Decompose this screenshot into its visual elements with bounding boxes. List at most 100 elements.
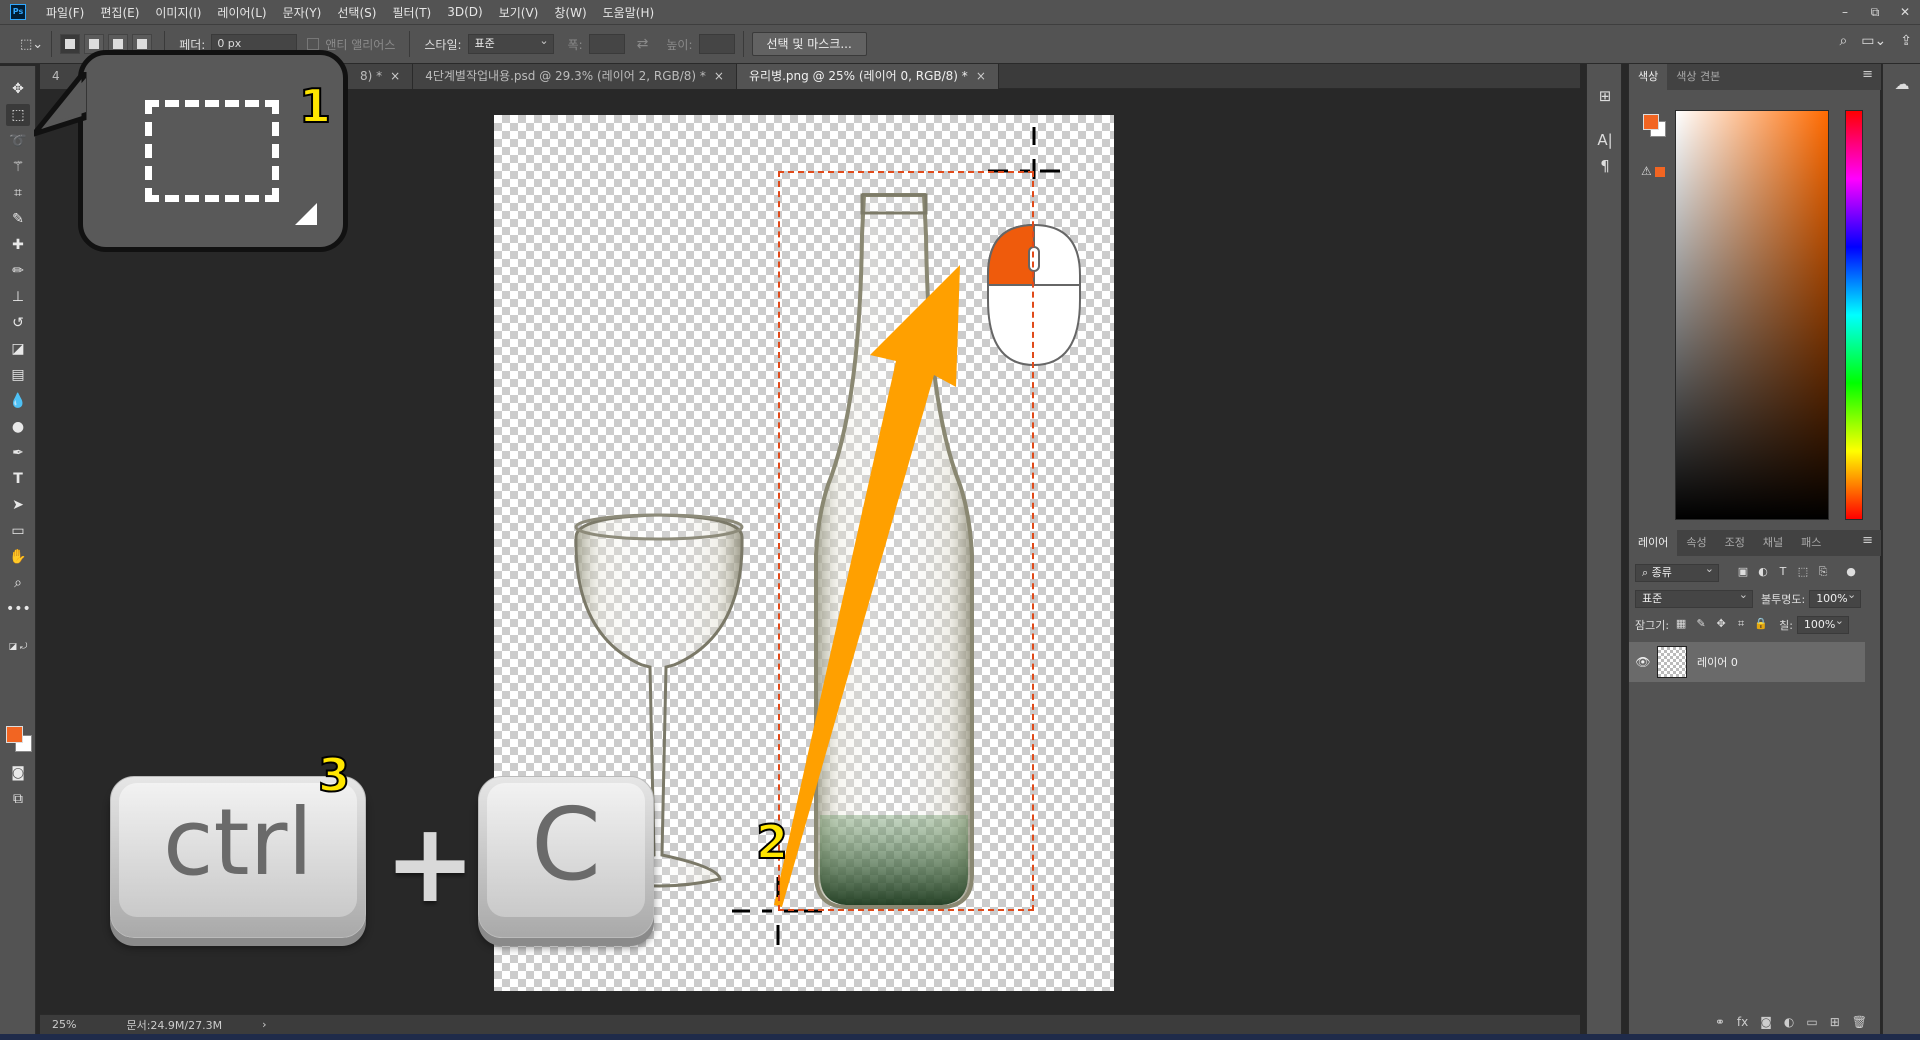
restore-button[interactable]: ⧉ [1860,0,1890,24]
style-select[interactable]: 표준 [467,32,554,54]
gamut-warning-icon[interactable]: ⚠ [1641,164,1652,178]
new-group-icon[interactable]: ▭ [1806,1015,1817,1029]
more-tools-icon[interactable]: ••• [6,598,31,620]
gradient-tool-icon[interactable]: ▤ [6,364,30,386]
anti-alias-checkbox[interactable] [307,38,320,50]
lock-artboard-icon[interactable]: ⌗ [1733,617,1749,633]
tab-close-icon[interactable]: × [976,69,986,83]
foreground-color-swatch[interactable] [6,726,23,743]
hand-tool-icon[interactable]: ✋ [6,546,30,568]
menu-type[interactable]: 문자(Y) [275,4,330,21]
layer-style-icon[interactable]: fx [1737,1015,1748,1029]
character-panel-icon[interactable]: A| [1595,130,1615,150]
menu-window[interactable]: 창(W) [546,4,594,21]
libraries-icon[interactable]: ☁ [1892,74,1912,94]
lasso-tool-icon[interactable]: ➰ [6,130,30,152]
filter-smart-object-icon[interactable]: ⎘ [1815,565,1831,581]
tab-adjustments[interactable]: 조정 [1716,530,1754,556]
pen-tool-icon[interactable]: ✒ [6,442,30,464]
opacity-input[interactable]: 100% [1809,587,1862,608]
marquee-preset-icon[interactable]: ⬚⌄ [20,37,43,52]
layer-row[interactable]: 👁 레이어 0 [1629,642,1865,682]
workspace-icon[interactable]: ▭⌄ [1861,33,1886,49]
screen-mode-icon[interactable]: ⧉ [6,788,30,810]
link-layers-icon[interactable]: ⚭ [1715,1015,1725,1029]
tab-document-active[interactable]: 유리병.png @ 25% (레이어 0, RGB/8) * × [736,64,999,89]
filter-type-icon[interactable]: T [1775,565,1791,581]
menu-3d[interactable]: 3D(D) [439,5,490,19]
hue-slider[interactable] [1845,110,1863,520]
zoom-level[interactable]: 25% [52,1018,76,1031]
healing-brush-tool-icon[interactable]: ✚ [6,234,30,256]
menu-edit[interactable]: 편집(E) [92,4,147,21]
tab-close-icon[interactable]: × [714,69,724,83]
filter-adjustment-icon[interactable]: ◐ [1755,565,1771,581]
width-input[interactable] [588,34,625,54]
tab-close-icon[interactable]: × [390,69,400,83]
dodge-tool-icon[interactable]: ● [6,416,30,438]
panel-menu-icon[interactable]: ≡ [1862,67,1873,82]
new-layer-icon[interactable]: ⊞ [1830,1015,1840,1029]
paragraph-panel-icon[interactable]: ¶ [1595,156,1615,176]
menu-select[interactable]: 선택(S) [329,4,384,21]
blend-mode-select[interactable]: 표준 [1635,587,1753,608]
eraser-tool-icon[interactable]: ◪ [6,338,30,360]
add-mask-icon[interactable]: ◙ [1760,1015,1772,1029]
history-brush-tool-icon[interactable]: ↺ [6,312,30,334]
search-icon[interactable]: ⌕ [1839,33,1847,49]
blur-tool-icon[interactable]: 💧 [6,390,30,412]
tab-swatches[interactable]: 색상 견본 [1667,64,1729,90]
history-panel-icon[interactable]: ⊞ [1595,86,1615,106]
tab-document-3[interactable]: 4단계별작업내용.psd @ 29.3% (레이어 2, RGB/8) * × [413,64,737,89]
filter-toggle-icon[interactable]: ● [1843,565,1859,581]
select-and-mask-button[interactable]: 선택 및 마스크... [751,32,867,56]
menu-layer[interactable]: 레이어(L) [209,4,274,21]
lock-position-icon[interactable]: ✥ [1713,617,1729,633]
new-selection-icon[interactable] [60,34,81,54]
path-selection-tool-icon[interactable]: ➤ [6,494,30,516]
menu-image[interactable]: 이미지(I) [147,4,209,21]
adjustment-layer-icon[interactable]: ◐ [1784,1015,1794,1029]
lock-transparent-icon[interactable]: ▦ [1673,617,1689,633]
rectangle-tool-icon[interactable]: ▭ [6,520,30,542]
close-window-button[interactable]: ✕ [1890,0,1920,24]
layers-panel-menu-icon[interactable]: ≡ [1862,533,1873,548]
menu-file[interactable]: 파일(F) [38,4,92,21]
tab-channels[interactable]: 채널 [1754,530,1792,556]
visibility-eye-icon[interactable]: 👁 [1629,655,1657,669]
clone-stamp-tool-icon[interactable]: ⊥ [6,286,30,308]
move-tool-icon[interactable]: ✥ [6,78,30,100]
share-icon[interactable]: ⇪ [1900,33,1912,49]
layer-name[interactable]: 레이어 0 [1697,654,1738,670]
eyedropper-tool-icon[interactable]: ✎ [6,208,30,230]
fill-input[interactable]: 100% [1796,613,1849,634]
zoom-tool-icon[interactable]: ⌕ [6,572,30,594]
tab-properties[interactable]: 속성 [1677,530,1715,556]
default-colors-icon[interactable]: ◪ ⤾ [4,636,32,658]
status-menu-arrow-icon[interactable]: › [262,1018,266,1031]
layer-filter-kind-select[interactable]: ⌕ 종류 [1635,561,1719,582]
rectangular-marquee-tool-icon[interactable]: ⬚ [6,104,30,126]
type-tool-icon[interactable]: T [6,468,30,490]
quick-mask-icon[interactable]: ◙ [6,762,30,784]
brush-tool-icon[interactable]: ✏ [6,260,30,282]
menu-filter[interactable]: 필터(T) [384,4,439,21]
color-picker-field[interactable] [1675,110,1829,520]
tab-layers[interactable]: 레이어 [1629,530,1678,556]
lock-all-icon[interactable]: 🔒 [1753,617,1769,633]
delete-layer-icon[interactable]: 🗑 [1852,1015,1867,1029]
menu-view[interactable]: 보기(V) [491,4,547,21]
swap-icon[interactable]: ⇄ [637,36,649,52]
filter-shape-icon[interactable]: ⬚ [1795,565,1811,581]
magic-wand-tool-icon[interactable]: ⚚ [6,156,30,178]
tab-color[interactable]: 색상 [1629,64,1668,90]
gamut-color-swatch[interactable] [1655,167,1665,177]
tab-paths[interactable]: 패스 [1792,530,1830,556]
height-input[interactable] [698,34,735,54]
crop-tool-icon[interactable]: ⌗ [6,182,30,204]
lock-image-icon[interactable]: ✎ [1693,617,1709,633]
panel-foreground-swatch[interactable] [1643,114,1659,130]
filter-pixel-icon[interactable]: ▣ [1735,565,1751,581]
menu-help[interactable]: 도움말(H) [595,4,663,21]
minimize-button[interactable]: – [1830,0,1860,24]
